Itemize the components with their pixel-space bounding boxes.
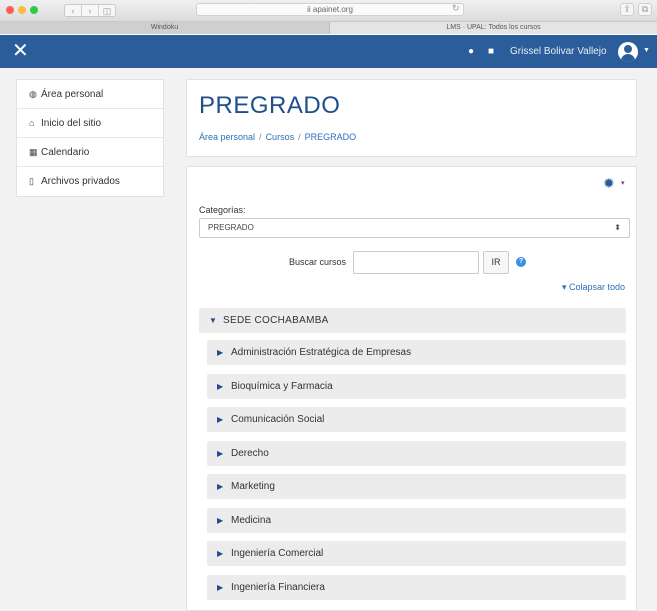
course-label: Administración Estratégica de Empresas	[231, 347, 412, 358]
breadcrumb-item-area-personal[interactable]: Área personal	[199, 132, 255, 142]
chat-icon[interactable]: ■	[488, 46, 494, 57]
course-label: Derecho	[231, 447, 269, 459]
course-category-panel: ✹ ▾ Categorías: PREGRADO ⬍ Buscar cursos…	[186, 166, 637, 611]
course-label: Ingeniería Comercial	[231, 548, 324, 559]
user-name[interactable]: Grissel Bolivar Vallejo	[510, 46, 607, 57]
sidebar-item-label: Archivos privados	[41, 176, 120, 187]
search-go-button[interactable]: IR	[483, 251, 509, 274]
back-button[interactable]: ‹	[65, 5, 82, 16]
top-navbar: ✕ ● ■ Grissel Bolivar Vallejo ▼	[0, 35, 657, 68]
course-label: Ingeniería Financiera	[231, 581, 325, 593]
list-item[interactable]: ▶ Ingeniería Financiera	[207, 574, 626, 600]
sidebar-item-archivos[interactable]: ▯ Archivos privados	[17, 167, 163, 196]
maximize-window-button[interactable]	[30, 6, 38, 14]
course-label: Bioquímica y Farmacia	[231, 380, 333, 392]
sidebar-item-area-personal[interactable]: ◍ Área personal	[17, 80, 163, 109]
breadcrumb-separator: /	[298, 132, 301, 142]
avatar-body	[621, 54, 635, 62]
address-bar[interactable]: ii apainet.org	[196, 3, 464, 16]
browser-tab-strip: Windoku LMS · UPAL: Todos los cursos	[0, 22, 657, 34]
gear-icon[interactable]: ✹	[603, 175, 615, 192]
course-label: Marketing	[231, 481, 275, 492]
course-list: ▶ Administración Estratégica de Empresas …	[207, 340, 626, 608]
caret-down-icon: ▼	[209, 316, 218, 325]
avatar-head	[624, 45, 632, 53]
tabs-icon[interactable]: ⧉	[638, 3, 652, 16]
list-item[interactable]: ▶ Administración Estratégica de Empresas	[207, 340, 626, 365]
select-arrow-icon: ⬍	[614, 223, 621, 232]
caret-right-icon: ▶	[217, 415, 224, 424]
sidebar-toggle-button[interactable]: ◫	[99, 5, 115, 16]
course-label: Comunicación Social	[231, 414, 325, 425]
category-select-value: PREGRADO	[208, 223, 254, 232]
caret-right-icon: ▶	[217, 348, 224, 357]
list-item[interactable]: ▶ Comunicación Social	[207, 407, 626, 432]
calendar-icon: ▦	[29, 147, 38, 157]
bell-icon[interactable]: ●	[468, 46, 474, 57]
list-item[interactable]: ▶ Bioquímica y Farmacia	[207, 373, 626, 399]
category-select[interactable]: PREGRADO ⬍	[199, 218, 630, 238]
breadcrumb-item-cursos[interactable]: Cursos	[266, 132, 295, 142]
collapse-all-link[interactable]: ▾ Colapsar todo	[562, 282, 625, 293]
caret-right-icon: ▶	[217, 381, 224, 391]
list-item[interactable]: ▶ Ingeniería Comercial	[207, 541, 626, 566]
course-label: Medicina	[231, 514, 272, 526]
sidebar-item-calendario[interactable]: ▦ Calendario	[17, 138, 163, 167]
close-drawer-button[interactable]: ✕	[12, 40, 29, 62]
share-icon[interactable]: ⇪	[620, 3, 634, 16]
caret-right-icon: ▶	[217, 448, 224, 458]
sidebar-item-inicio[interactable]: ⌂ Inicio del sitio	[17, 109, 163, 138]
page-header: PREGRADO Área personal / Cursos / PREGRADO	[186, 79, 637, 157]
home-icon: ⌂	[29, 118, 35, 128]
sidebar-item-label: Área personal	[41, 89, 104, 100]
caret-right-icon: ▶	[217, 482, 224, 491]
breadcrumb: Área personal / Cursos / PREGRADO	[199, 132, 356, 142]
user-menu-caret-icon[interactable]: ▼	[643, 47, 650, 54]
close-window-button[interactable]	[6, 6, 14, 14]
category-sede-cochabamba[interactable]: ▼ SEDE COCHABAMBA	[199, 308, 626, 333]
browser-tab-active[interactable]: LMS · UPAL: Todos los cursos	[330, 22, 657, 34]
breadcrumb-item-pregrado[interactable]: PREGRADO	[305, 132, 357, 142]
breadcrumb-separator: /	[259, 132, 262, 142]
caret-right-icon: ▶	[217, 549, 224, 558]
search-courses-label: Buscar cursos	[289, 257, 347, 267]
page-title: PREGRADO	[199, 92, 341, 119]
search-input[interactable]	[353, 251, 479, 274]
file-icon: ▯	[29, 176, 34, 186]
dashboard-icon: ◍	[29, 89, 37, 99]
minimize-window-button[interactable]	[18, 6, 26, 14]
browser-nav-buttons: ‹ › ◫	[64, 4, 116, 17]
caret-right-icon: ▶	[217, 515, 224, 525]
sidebar-item-label: Inicio del sitio	[41, 118, 102, 129]
categories-label: Categorías:	[199, 205, 246, 215]
forward-button[interactable]: ›	[82, 5, 99, 16]
browser-toolbar: ‹ › ◫ ii apainet.org ↻ ⇪ ⧉	[0, 0, 657, 22]
help-icon[interactable]: ?	[516, 257, 526, 267]
list-item[interactable]: ▶ Medicina	[207, 507, 626, 533]
category-label: SEDE COCHABAMBA	[223, 315, 329, 326]
reload-icon[interactable]: ↻	[452, 3, 460, 14]
sidebar-item-label: Calendario	[41, 147, 90, 158]
list-item[interactable]: ▶ Derecho	[207, 440, 626, 466]
browser-tab[interactable]: Windoku	[0, 22, 330, 34]
list-item[interactable]: ▶ Marketing	[207, 474, 626, 499]
caret-right-icon: ▶	[217, 582, 224, 592]
avatar[interactable]	[618, 42, 638, 62]
chevron-down-icon[interactable]: ▾	[621, 179, 625, 187]
nav-drawer: ◍ Área personal ⌂ Inicio del sitio ▦ Calend…	[16, 79, 164, 197]
